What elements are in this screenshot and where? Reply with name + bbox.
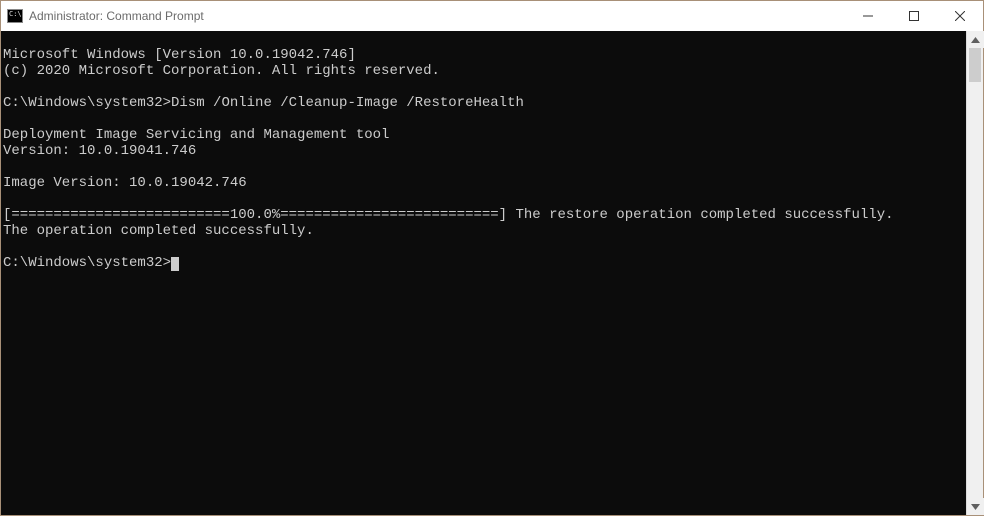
scrollbar-thumb[interactable] [969, 48, 981, 82]
output-line: Deployment Image Servicing and Managemen… [3, 127, 389, 143]
output-line: (c) 2020 Microsoft Corporation. All righ… [3, 63, 440, 79]
window-controls [845, 1, 983, 31]
prompt-path: C:\Windows\system32> [3, 95, 171, 111]
prompt-path: C:\Windows\system32> [3, 255, 171, 271]
output-line: Image Version: 10.0.19042.746 [3, 175, 247, 191]
scroll-up-button[interactable] [967, 31, 984, 48]
output-line: Microsoft Windows [Version 10.0.19042.74… [3, 47, 356, 63]
minimize-icon [863, 11, 873, 21]
window-title: Administrator: Command Prompt [29, 9, 204, 23]
scroll-down-button[interactable] [967, 498, 984, 515]
entered-command: Dism /Online /Cleanup-Image /RestoreHeal… [171, 95, 524, 111]
cmd-app-icon [7, 9, 23, 23]
maximize-button[interactable] [891, 1, 937, 31]
output-line: Version: 10.0.19041.746 [3, 143, 196, 159]
command-prompt-window: Administrator: Command Prompt Microsoft … [0, 0, 984, 516]
client-area: Microsoft Windows [Version 10.0.19042.74… [1, 31, 983, 515]
close-icon [955, 11, 965, 21]
titlebar[interactable]: Administrator: Command Prompt [1, 1, 983, 31]
output-line: The operation completed successfully. [3, 223, 314, 239]
vertical-scrollbar[interactable] [966, 31, 983, 515]
minimize-button[interactable] [845, 1, 891, 31]
maximize-icon [909, 11, 919, 21]
scrollbar-track[interactable] [967, 48, 983, 498]
chevron-up-icon [971, 37, 980, 43]
titlebar-left: Administrator: Command Prompt [7, 9, 204, 23]
progress-line: [==========================100.0%=======… [3, 207, 894, 223]
prompt-line[interactable]: C:\Windows\system32> [3, 255, 179, 271]
text-cursor [171, 257, 179, 271]
terminal-output[interactable]: Microsoft Windows [Version 10.0.19042.74… [1, 31, 966, 515]
close-button[interactable] [937, 1, 983, 31]
prompt-line: C:\Windows\system32>Dism /Online /Cleanu… [3, 95, 524, 111]
chevron-down-icon [971, 504, 980, 510]
